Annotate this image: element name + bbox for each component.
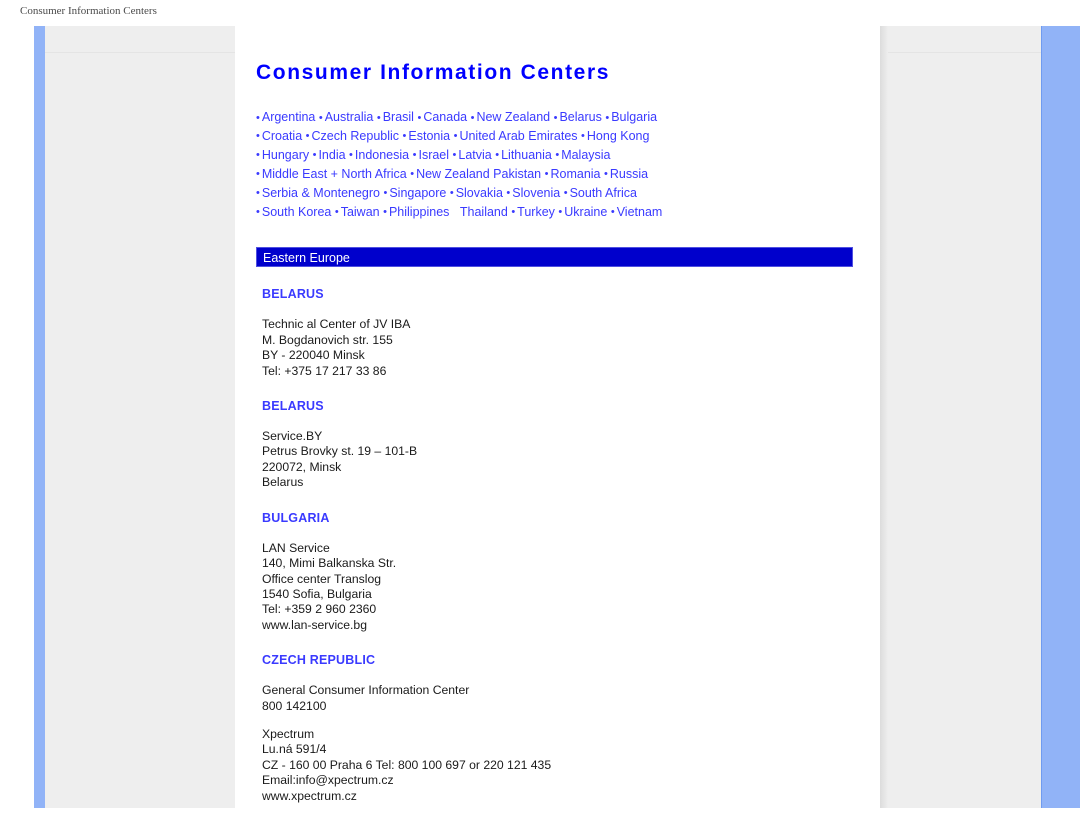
section-heading-czech-republic: CZECH REPUBLIC (262, 653, 376, 668)
address-line: CZ - 160 00 Praha 6 Tel: 800 100 697 or … (262, 757, 552, 772)
country-link-row: • Hungary • India • Indonesia • Israel • Latv… (256, 146, 876, 165)
address-line: General Consumer Information Center (262, 683, 470, 698)
right-panel-divider (888, 52, 1041, 53)
left-panel-divider (45, 52, 235, 53)
country-link-canada[interactable]: Canada (423, 110, 467, 124)
address-line: M. Bogdanovich str. 155 (262, 332, 393, 347)
address-block: General Consumer Information Center 800 1… (262, 683, 876, 714)
country-link-serbia-montenegro[interactable]: Serbia & Montenegro (262, 186, 380, 200)
region-banner-eastern-europe: Eastern Europe (256, 247, 853, 268)
address-line: Tel: +359 2 960 2360 (262, 602, 377, 617)
country-section: BULGARIA LAN Service 140, Mimi Balkanska S… (256, 511, 876, 633)
address-block: Service.BY Petrus Brovky st. 19 – 101-B 22… (262, 429, 876, 491)
address-line: 220072, Minsk (262, 459, 342, 474)
country-link-lithuania[interactable]: Lithuania (501, 148, 552, 162)
country-link-russia[interactable]: Russia (610, 167, 648, 181)
right-accent-bar (1041, 26, 1080, 808)
address-line: Xpectrum (262, 726, 315, 741)
country-link-hong-kong[interactable]: Hong Kong (587, 129, 650, 143)
country-link-argentina[interactable]: Argentina (262, 110, 316, 124)
country-link-czech-republic[interactable]: Czech Republic (312, 129, 400, 143)
country-link-new-zealand-pakistan[interactable]: New Zealand Pakistan (416, 167, 541, 181)
country-link-ukraine[interactable]: Ukraine (564, 205, 607, 219)
country-link-hungary[interactable]: Hungary (262, 148, 309, 162)
country-section: BELARUS Service.BY Petrus Brovky st. 19 – … (256, 399, 876, 491)
country-link-middle-east-north-africa[interactable]: Middle East + North Africa (262, 167, 407, 181)
address-line: Petrus Brovky st. 19 – 101-B (262, 444, 418, 459)
country-link-bulgaria[interactable]: Bulgaria (611, 110, 657, 124)
country-link-malaysia[interactable]: Malaysia (561, 148, 610, 162)
address-block: LAN Service 140, Mimi Balkanska Str. Offic… (262, 541, 876, 633)
country-link-slovenia[interactable]: Slovenia (512, 186, 560, 200)
address-line: www.lan-service.bg (262, 617, 367, 632)
country-link-indonesia[interactable]: Indonesia (355, 148, 409, 162)
address-line: Service.BY (262, 429, 323, 444)
left-decorative-panel (34, 26, 235, 808)
document-caption: Consumer Information Centers (20, 5, 157, 17)
country-link-slovakia[interactable]: Slovakia (456, 186, 503, 200)
country-link-belarus[interactable]: Belarus (559, 110, 601, 124)
country-section: CZECH REPUBLIC General Consumer Informati… (256, 653, 876, 804)
address-line: 800 142100 (262, 698, 327, 713)
address-line: Technic al Center of JV IBA (262, 317, 411, 332)
page-title: Consumer Information Centers (256, 61, 611, 84)
address-line: BY - 220040 Minsk (262, 348, 365, 363)
country-link-romania[interactable]: Romania (550, 167, 600, 181)
address-block: Xpectrum Lu.ná 591/4 CZ - 160 00 Praha 6 T… (262, 727, 876, 804)
address-line: Belarus (262, 475, 304, 490)
country-link-thailand[interactable]: Thailand (460, 205, 508, 219)
address-line: 1540 Sofia, Bulgaria (262, 586, 372, 601)
country-link-row: • Middle East + North Africa • New Zealand… (256, 165, 876, 184)
country-link-latvia[interactable]: Latvia (458, 148, 491, 162)
address-line: Office center Translog (262, 571, 381, 586)
country-link-south-africa[interactable]: South Africa (570, 186, 637, 200)
address-line: 140, Mimi Balkanska Str. (262, 556, 397, 571)
country-link-new-zealand[interactable]: New Zealand (476, 110, 550, 124)
country-link-philippines[interactable]: Philippines (389, 205, 449, 219)
country-link-taiwan[interactable]: Taiwan (341, 205, 380, 219)
country-link-brasil[interactable]: Brasil (383, 110, 414, 124)
country-link-row: • Argentina • Australia • Brasil • Canada • N… (256, 108, 876, 127)
country-link-row: • Serbia & Montenegro • Singapore • Slovaki… (256, 184, 876, 203)
country-link-list: • Argentina • Australia • Brasil • Canada • N… (256, 108, 876, 221)
section-heading-belarus: BELARUS (262, 399, 324, 414)
address-line: www.xpectrum.cz (262, 788, 357, 803)
address-line: Tel: +375 17 217 33 86 (262, 363, 387, 378)
country-link-estonia[interactable]: Estonia (408, 129, 450, 143)
country-link-india[interactable]: India (318, 148, 345, 162)
address-block: Technic al Center of JV IBA M. Bogdanovic… (262, 317, 876, 379)
section-heading-belarus: BELARUS (262, 287, 324, 302)
country-link-australia[interactable]: Australia (325, 110, 374, 124)
address-line: Email:info@xpectrum.cz (262, 773, 394, 788)
address-line: LAN Service (262, 540, 330, 555)
right-decorative-panel (880, 26, 1041, 808)
country-sections: BELARUS Technic al Center of JV IBA M. Bog… (256, 287, 876, 804)
country-link-vietnam[interactable]: Vietnam (617, 205, 663, 219)
country-link-turkey[interactable]: Turkey (517, 205, 555, 219)
main-content: Consumer Information Centers • Argentina … (256, 60, 876, 804)
country-link-south-korea[interactable]: South Korea (262, 205, 332, 219)
address-line: Lu.ná 591/4 (262, 742, 327, 757)
country-link-row: • Croatia • Czech Republic • Estonia • Unite… (256, 127, 876, 146)
country-link-united-arab-emirates[interactable]: United Arab Emirates (459, 129, 577, 143)
right-panel-shadow (880, 26, 888, 808)
country-section: BELARUS Technic al Center of JV IBA M. Bog… (256, 287, 876, 379)
country-link-row: • South Korea • Taiwan • Philippines Thaila… (256, 203, 876, 222)
address-block-spacer (256, 714, 876, 727)
right-accent-edge (1041, 26, 1042, 808)
country-link-singapore[interactable]: Singapore (389, 186, 446, 200)
left-accent-bar (34, 26, 45, 808)
country-link-croatia[interactable]: Croatia (262, 129, 302, 143)
section-heading-bulgaria: BULGARIA (262, 510, 330, 525)
country-link-israel[interactable]: Israel (418, 148, 449, 162)
